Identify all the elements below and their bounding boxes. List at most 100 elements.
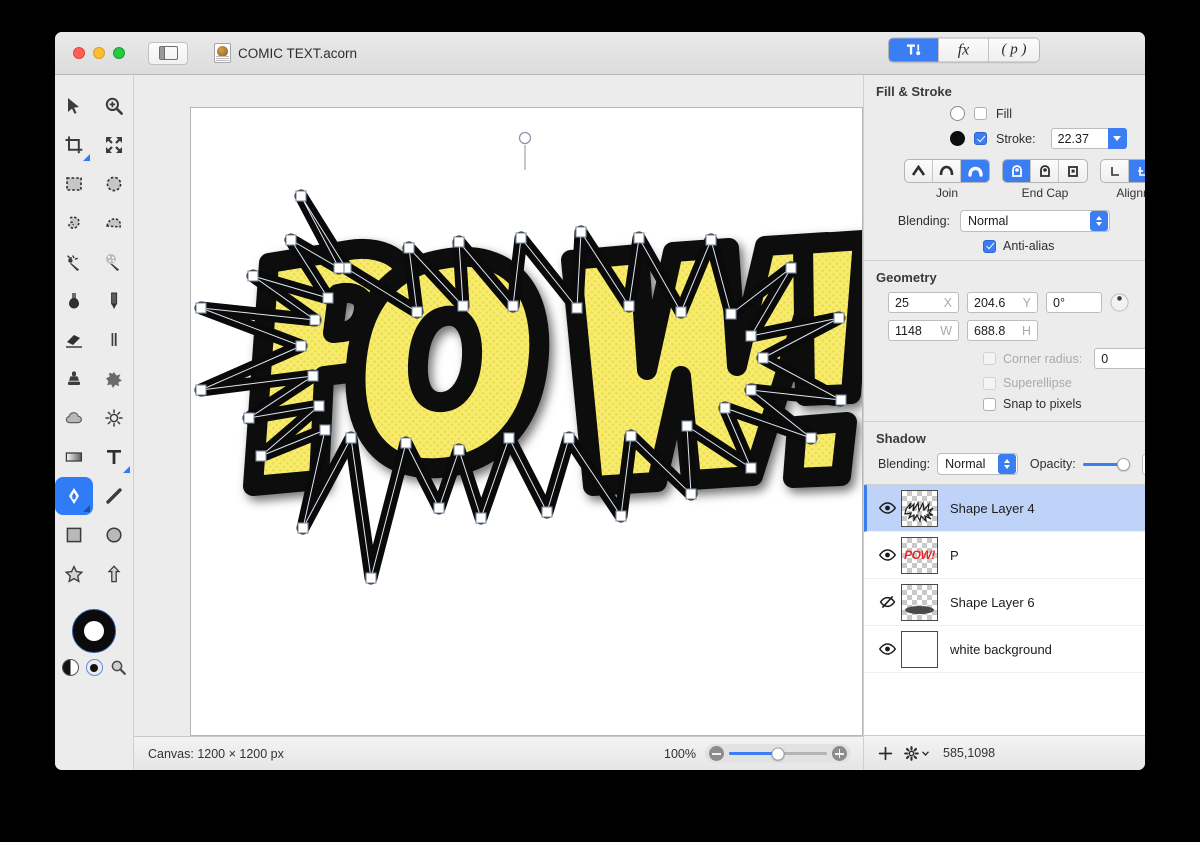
inspector-panel: Fill & Stroke Fill Stroke: 22.37 [863,75,1145,770]
color-picker-icon[interactable] [110,659,127,676]
arrow-tool[interactable] [95,555,133,593]
zoom-slider[interactable] [729,752,827,756]
endcap-square-button[interactable] [1059,160,1087,182]
zoom-tool[interactable] [95,87,133,125]
crop-tool[interactable] [55,126,93,164]
fill-checkbox[interactable] [974,107,987,120]
gradient-rect-icon [64,447,84,467]
corner-radius-checkbox[interactable] [983,352,996,365]
alignment-inside-button[interactable] [1101,160,1129,182]
fill-color-swatch[interactable] [950,106,965,121]
tab-presets[interactable]: ( p ) [989,39,1039,62]
join-miter-button[interactable] [905,160,933,182]
stroke-width-stepper[interactable] [1108,128,1127,149]
move-tool[interactable] [55,87,93,125]
shadow-opacity-value[interactable]: 100% [1142,454,1145,475]
endcap-butt-button[interactable] [1031,160,1059,182]
zoom-controls: 100% [664,744,851,763]
eraser-icon [64,330,84,350]
text-tool[interactable] [95,438,133,476]
geometry-header[interactable]: Geometry [864,261,1145,292]
canvas[interactable] [190,107,863,736]
layer-settings-button[interactable] [904,746,929,761]
zoom-in-button[interactable] [832,746,847,761]
pencil-tool[interactable] [95,282,133,320]
transform-tool[interactable] [95,126,133,164]
geometry-h-value: 688.8 [974,324,1005,338]
square-cap-icon [1066,164,1080,178]
geometry-size-row: 1148 W 688.8 H [864,320,1145,341]
star-tool[interactable] [55,555,93,593]
layer-visibility-toggle[interactable] [876,643,898,655]
layer-visibility-toggle[interactable] [876,595,898,609]
eraser-tool[interactable] [55,321,93,359]
fill-stroke-header[interactable]: Fill & Stroke [864,75,1145,106]
stroke-blending-value: Normal [968,214,1008,228]
gradient-eraser-tool[interactable] [95,321,133,359]
close-window-button[interactable] [73,47,85,59]
clone-stamp-tool[interactable] [55,360,93,398]
layer-visibility-toggle[interactable] [876,502,898,514]
tab-tools[interactable] [889,39,939,62]
rectangular-marquee-tool[interactable] [55,165,93,203]
line-tool[interactable] [95,477,133,515]
join-bevel-button[interactable] [961,160,989,182]
opacity-thumb[interactable] [1117,458,1130,471]
swap-colors-icon[interactable] [62,659,79,676]
smudge-tool[interactable] [95,360,133,398]
shadow-header[interactable]: Shadow [864,422,1145,453]
zoom-level-label: 100% [664,747,696,761]
polygon-lasso-tool[interactable] [95,204,133,242]
lasso-tool[interactable] [55,204,93,242]
layers-footer: 585,1098 [864,735,1145,770]
geometry-w-field[interactable]: 1148 W [888,320,959,341]
default-colors-icon[interactable] [86,659,103,676]
layer-visibility-toggle[interactable] [876,549,898,561]
magic-wand-tool[interactable] [55,243,93,281]
geometry-x-field[interactable]: 25 X [888,292,959,313]
layer-row-shape-layer-6[interactable]: Shape Layer 6 [864,579,1145,626]
zoom-slider-thumb[interactable] [772,747,785,760]
pen-tool[interactable] [55,477,93,515]
elliptical-marquee-tool[interactable] [95,165,133,203]
corner-radius-input[interactable]: 0 [1094,348,1145,369]
layer-row-shape-layer-4[interactable]: Shape Layer 4 [864,485,1145,532]
shadow-opacity-slider[interactable] [1083,457,1130,471]
ellipse-tool[interactable] [95,516,133,554]
anti-alias-checkbox[interactable] [983,240,996,253]
stroke-color-swatch[interactable] [950,131,965,146]
rectangle-tool[interactable] [55,516,93,554]
shadow-blending-select[interactable]: Normal [937,453,1018,475]
geometry-rotation-field[interactable]: 0° [1046,292,1102,313]
dodge-burn-tool[interactable] [95,399,133,437]
paint-bucket-tool[interactable] [55,282,93,320]
minimize-window-button[interactable] [93,47,105,59]
geometry-y-field[interactable]: 204.6 Y [967,292,1038,313]
add-layer-button[interactable] [878,746,893,761]
stroke-width-input[interactable]: 22.37 [1051,128,1108,149]
alignment-group: Alignment [1100,159,1145,200]
rotation-dial-icon[interactable] [1110,293,1129,312]
snap-to-pixels-checkbox[interactable] [983,398,996,411]
superellipse-checkbox[interactable] [983,377,996,390]
stroke-checkbox[interactable] [974,132,987,145]
endcap-round-button[interactable] [1003,160,1031,182]
blur-tool[interactable] [55,399,93,437]
tab-filters[interactable]: fx [939,39,989,62]
zoom-window-button[interactable] [113,47,125,59]
alignment-center-button[interactable] [1129,160,1145,182]
gradient-tool[interactable] [55,438,93,476]
join-round-button[interactable] [933,160,961,182]
layer-row-white-background[interactable]: white background [864,626,1145,673]
stroke-blending-select[interactable]: Normal [960,210,1110,232]
primary-color-swatch[interactable] [72,609,116,653]
instant-alpha-tool[interactable] [95,243,133,281]
rotation-handle[interactable] [520,133,531,171]
geometry-h-field[interactable]: 688.8 H [967,320,1038,341]
document-name: COMIC TEXT.acorn [238,46,357,61]
sidebar-toggle-button[interactable] [148,42,188,65]
layer-row-p[interactable]: POW! P fx [864,532,1145,579]
zoom-out-button[interactable] [709,746,724,761]
artwork-pow [191,108,863,736]
layer-thumbnail [901,490,938,527]
